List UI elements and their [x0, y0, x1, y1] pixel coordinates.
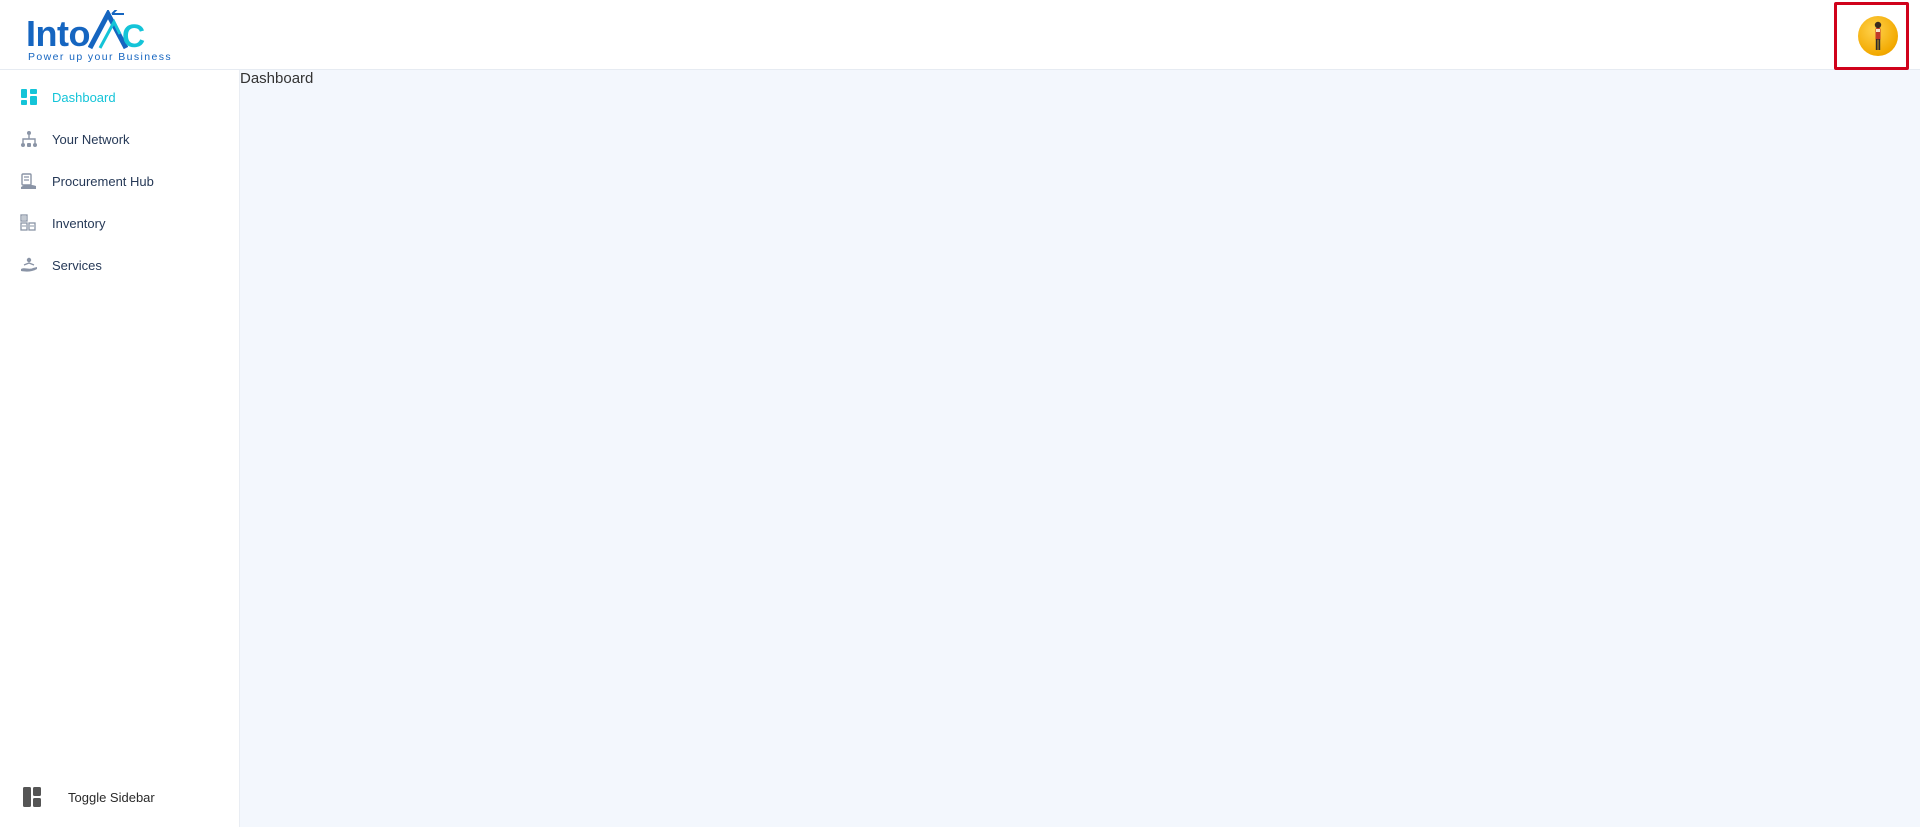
sidebar-toggle-icon	[23, 787, 41, 807]
sidebar-item-label: Procurement Hub	[52, 173, 154, 189]
procurement-icon	[20, 172, 38, 190]
sidebar-item-inventory[interactable]: Inventory	[0, 206, 240, 240]
sidebar-item-services[interactable]: Services	[0, 248, 240, 282]
sidebar-item-label: Your Network	[52, 131, 130, 147]
sidebar-item-procurement-hub[interactable]: Procurement Hub	[0, 164, 240, 198]
sidebar-item-dashboard[interactable]: Dashboard	[0, 80, 240, 114]
person-avatar-icon	[1874, 21, 1882, 50]
logo-tagline: Power up your Business	[28, 51, 173, 63]
toggle-sidebar-button[interactable]: Toggle Sidebar	[0, 780, 240, 814]
sidebar: Dashboard Your Network Procurement Hub I…	[0, 70, 240, 827]
user-avatar[interactable]	[1858, 16, 1898, 56]
logo-wordmark: Into C	[26, 7, 150, 54]
sidebar-item-label: Dashboard	[52, 89, 116, 105]
inventory-icon	[20, 214, 38, 232]
sidebar-item-label: Services	[52, 257, 102, 273]
svg-text:C: C	[122, 18, 145, 50]
sidebar-item-your-network[interactable]: Your Network	[0, 122, 240, 156]
logo-aec-mark-icon: C	[87, 7, 145, 54]
page-title: Dashboard	[240, 70, 314, 87]
sidebar-item-label: Inventory	[52, 215, 106, 231]
dashboard-icon	[20, 88, 38, 106]
services-icon	[20, 256, 38, 274]
main-content: Dashboard	[240, 70, 1920, 827]
top-bar: Into C Power up your Business	[0, 0, 1920, 70]
profile-menu-button[interactable]	[1834, 2, 1909, 70]
intoaec-logo[interactable]: Into C Power up your Business	[26, 6, 178, 64]
network-icon	[20, 130, 38, 148]
toggle-sidebar-label: Toggle Sidebar	[68, 789, 155, 805]
